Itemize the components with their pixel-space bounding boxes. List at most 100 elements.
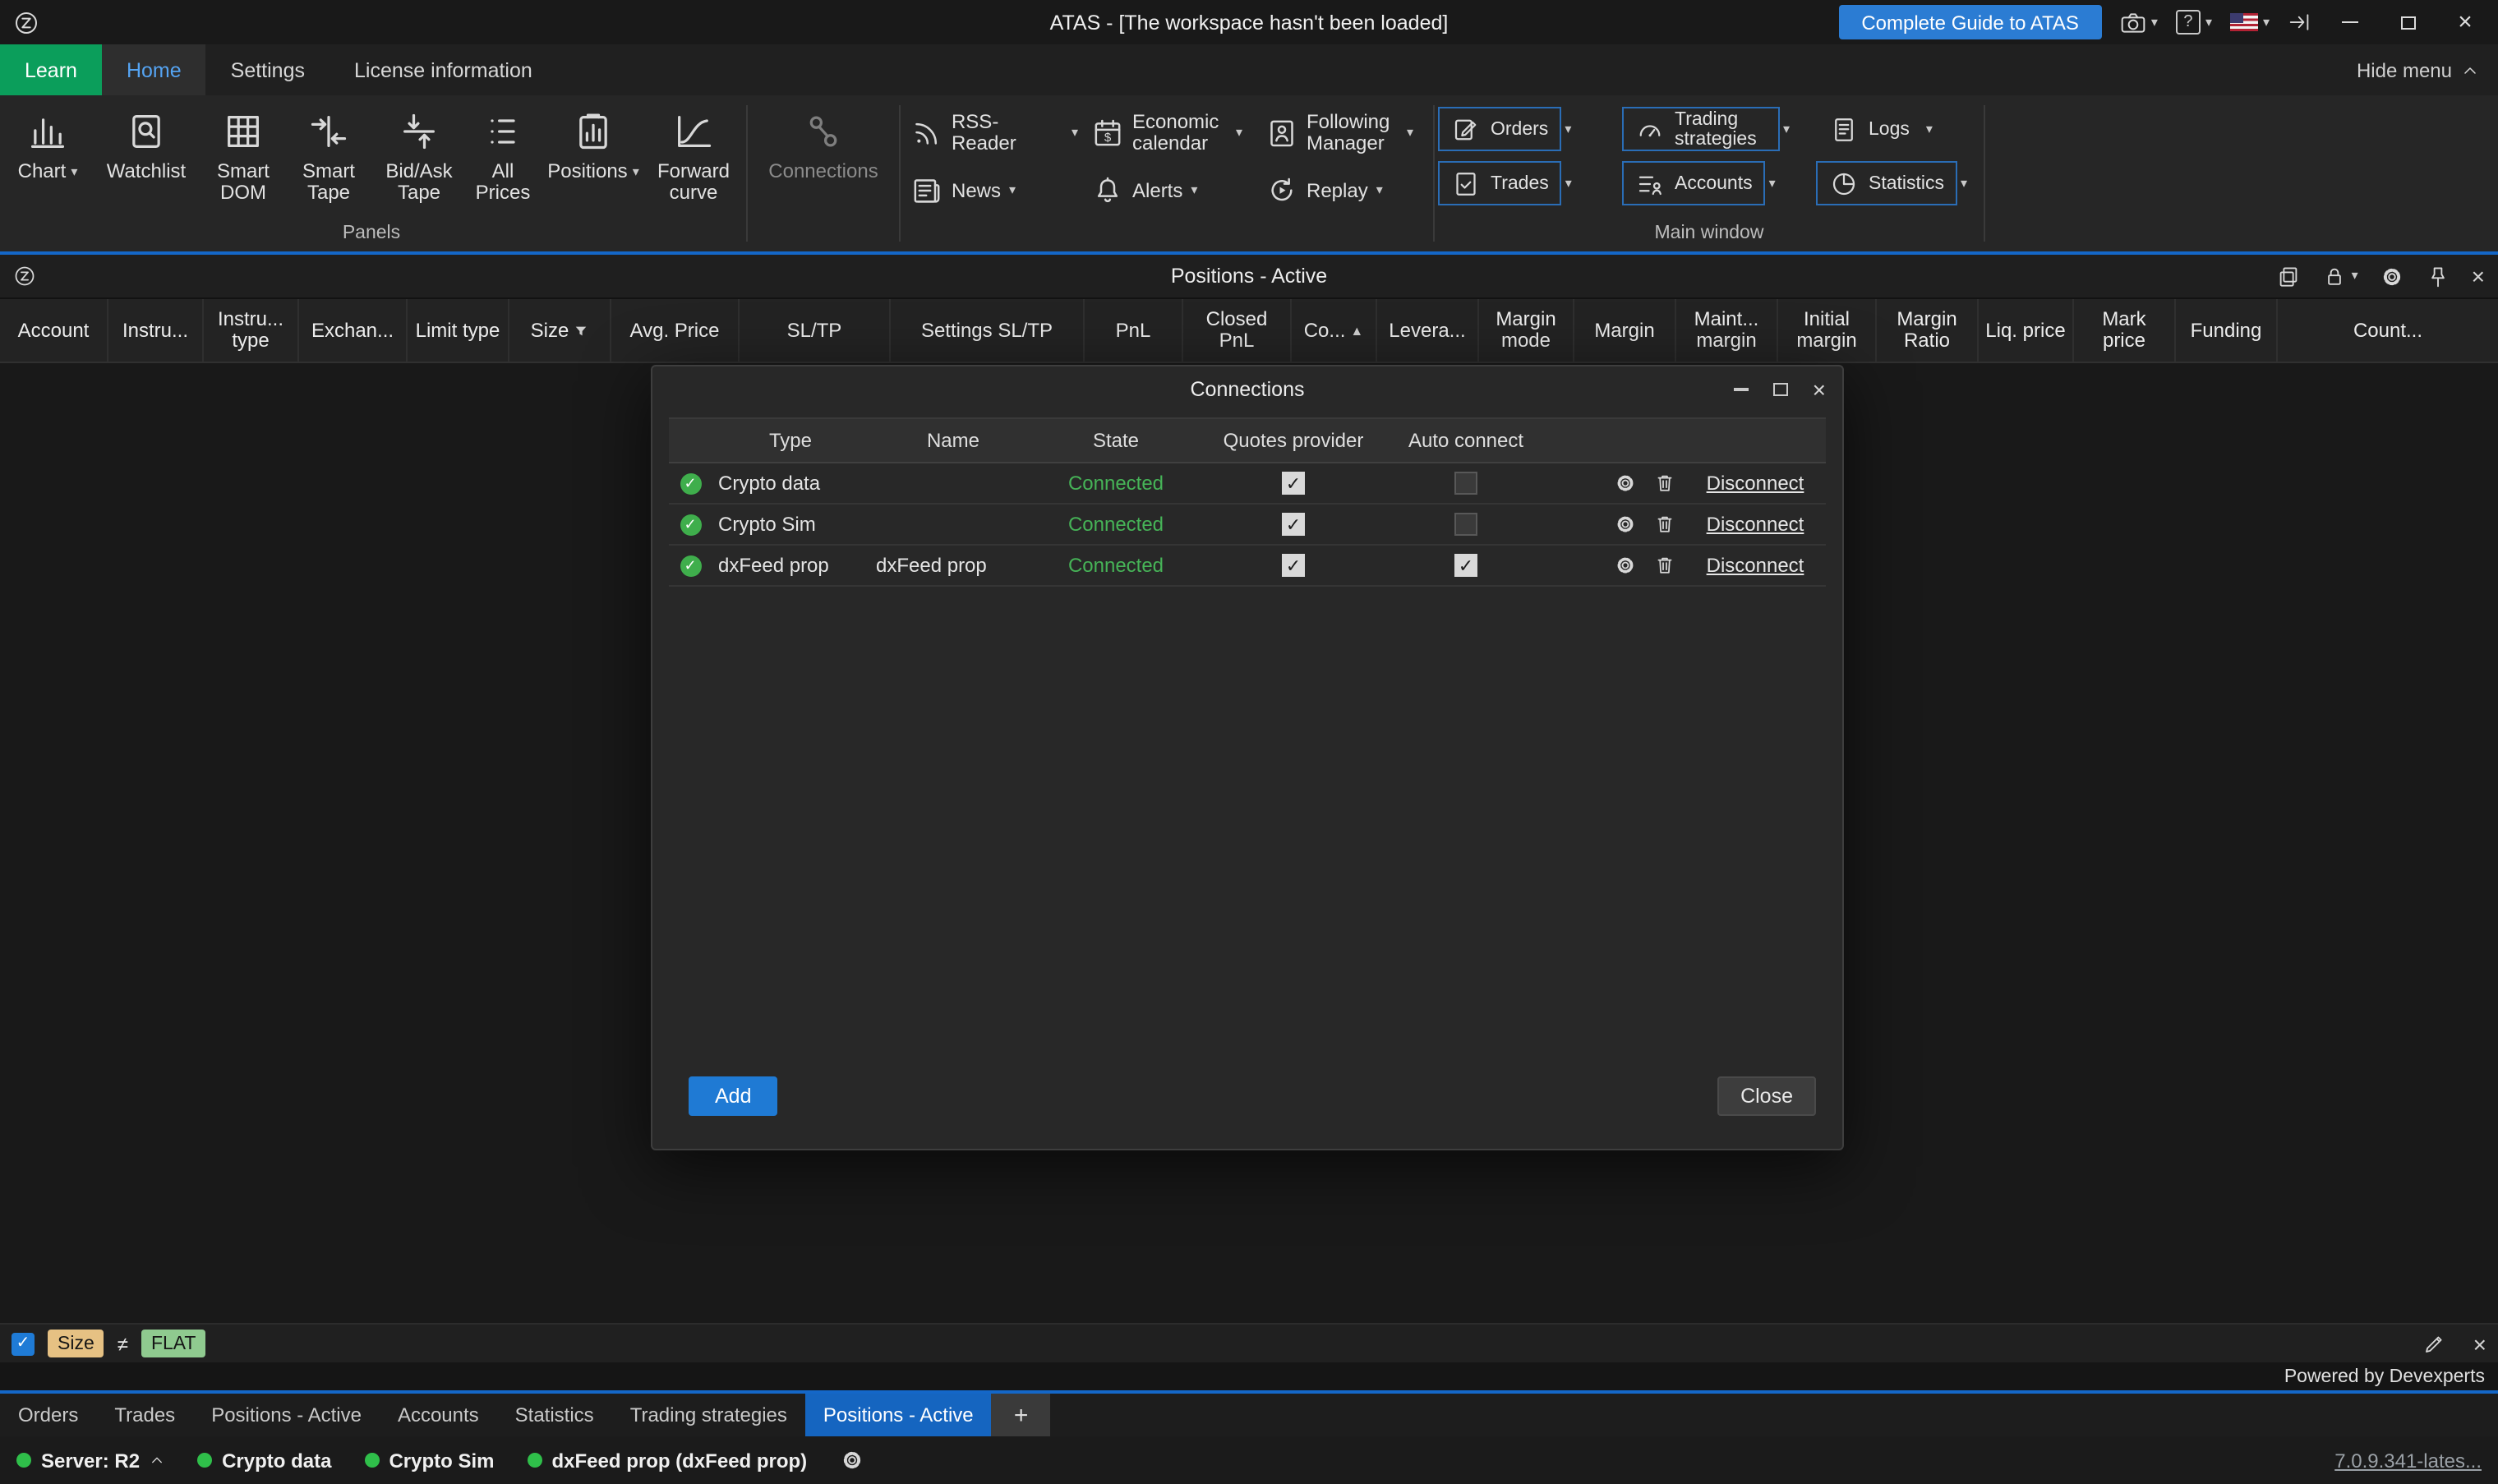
ribbon-following-manager-button[interactable]: Following Manager ▾ <box>1259 112 1430 154</box>
ribbon-trades-button[interactable]: Trades <box>1438 161 1562 205</box>
clear-filter-icon[interactable]: × <box>2473 1332 2486 1355</box>
column-header-size[interactable]: Size <box>509 299 611 362</box>
chevron-down-icon[interactable]: ▾ <box>1926 122 1933 136</box>
tab-trades[interactable]: Trades <box>96 1394 193 1436</box>
connection-settings-gear-icon[interactable] <box>1614 513 1637 536</box>
help-button[interactable]: ? ▾ <box>2176 10 2212 35</box>
tab-orders[interactable]: Orders <box>0 1394 96 1436</box>
add-tab-button[interactable]: + <box>992 1394 1051 1436</box>
ribbon-chart-button[interactable]: Chart▾ <box>3 104 92 186</box>
column-header-exchange[interactable]: Exchan... <box>299 299 408 362</box>
tab-accounts[interactable]: Accounts <box>380 1394 497 1436</box>
ribbon-replay-button[interactable]: Replay ▾ <box>1259 174 1430 207</box>
column-header-limit-type[interactable]: Limit type <box>408 299 509 362</box>
column-header-instrument-type[interactable]: Instru... type <box>204 299 299 362</box>
filter-field-chip[interactable]: Size <box>48 1330 104 1357</box>
chevron-down-icon[interactable]: ▾ <box>1236 127 1242 140</box>
lock-button[interactable]: ▾ <box>2322 264 2358 288</box>
version-link[interactable]: 7.0.9.341-lates... <box>2334 1449 2482 1472</box>
edit-filter-pencil-icon[interactable] <box>2422 1331 2447 1356</box>
column-header-account[interactable]: Account <box>0 299 108 362</box>
server-selector[interactable]: Server: R2 <box>16 1449 164 1472</box>
dialog-maximize-icon[interactable] <box>1773 382 1788 395</box>
chevron-down-icon[interactable]: ▾ <box>1769 177 1776 190</box>
chevron-down-icon[interactable]: ▾ <box>1376 184 1383 197</box>
connection-settings-gear-icon[interactable] <box>1614 472 1637 495</box>
column-header-funding[interactable]: Funding <box>2176 299 2278 362</box>
ribbon-forward-curve-button[interactable]: Forward curve <box>648 104 740 207</box>
auto-connect-checkbox[interactable] <box>1454 554 1477 577</box>
filter-enabled-checkbox[interactable] <box>12 1332 35 1355</box>
column-header-co-sorted[interactable]: Co...▲ <box>1292 299 1377 362</box>
disconnect-link[interactable]: Disconnect <box>1707 554 1804 577</box>
ribbon-bid-ask-tape-button[interactable]: Bid/Ask Tape <box>371 104 467 207</box>
tab-positions-active-2[interactable]: Positions - Active <box>805 1394 992 1436</box>
screenshot-camera-button[interactable]: ▾ <box>2120 11 2158 34</box>
ribbon-statistics-button[interactable]: Statistics <box>1816 161 1957 205</box>
chevron-down-icon[interactable]: ▾ <box>71 165 77 178</box>
settings-gear-icon[interactable] <box>2380 264 2404 288</box>
quotes-provider-checkbox[interactable] <box>1282 472 1305 495</box>
ribbon-smart-dom-button[interactable]: Smart DOM <box>200 104 286 207</box>
ribbon-orders-button[interactable]: Orders <box>1438 107 1561 151</box>
menu-tab-home[interactable]: Home <box>102 44 206 95</box>
ribbon-watchlist-button[interactable]: Watchlist <box>92 104 200 186</box>
chevron-down-icon[interactable]: ▾ <box>2205 16 2212 29</box>
ribbon-trading-strategies-button[interactable]: Trading strategies <box>1622 107 1780 151</box>
ribbon-all-prices-button[interactable]: All Prices <box>467 104 539 207</box>
column-header-leverage[interactable]: Levera... <box>1377 299 1479 362</box>
menu-tab-settings[interactable]: Settings <box>206 44 330 95</box>
tab-statistics[interactable]: Statistics <box>497 1394 612 1436</box>
complete-guide-button[interactable]: Complete Guide to ATAS <box>1838 5 2102 39</box>
chevron-down-icon[interactable]: ▾ <box>1565 122 1571 136</box>
chevron-down-icon[interactable]: ▾ <box>1009 184 1016 197</box>
close-window-icon[interactable]: × <box>2472 265 2485 288</box>
menu-tab-learn[interactable]: Learn <box>0 44 102 95</box>
ribbon-rss-reader-button[interactable]: RSS-Reader ▾ <box>904 112 1085 154</box>
chevron-down-icon[interactable]: ▾ <box>1565 177 1572 190</box>
ribbon-economic-calendar-button[interactable]: $ Economic calendar ▾ <box>1085 112 1259 154</box>
auto-connect-checkbox[interactable] <box>1454 513 1477 536</box>
column-header-margin-mode[interactable]: Margin mode <box>1479 299 1574 362</box>
chevron-down-icon[interactable]: ▾ <box>2352 270 2358 283</box>
language-selector[interactable]: ▾ <box>2230 13 2270 31</box>
delete-connection-trash-icon[interactable] <box>1653 554 1676 577</box>
disconnect-link[interactable]: Disconnect <box>1707 472 1804 495</box>
column-header-margin[interactable]: Margin <box>1574 299 1676 362</box>
close-dialog-button[interactable]: Close <box>1717 1076 1816 1116</box>
filter-operator[interactable]: ≠ <box>118 1332 128 1355</box>
column-header-initial-margin[interactable]: Initial margin <box>1778 299 1877 362</box>
column-header-margin-ratio[interactable]: Margin Ratio <box>1877 299 1979 362</box>
quotes-provider-checkbox[interactable] <box>1282 554 1305 577</box>
tab-trading-strategies[interactable]: Trading strategies <box>612 1394 805 1436</box>
tab-positions-active-1[interactable]: Positions - Active <box>193 1394 380 1436</box>
chevron-down-icon[interactable]: ▾ <box>1961 177 1967 190</box>
quotes-provider-checkbox[interactable] <box>1282 513 1305 536</box>
delete-connection-trash-icon[interactable] <box>1653 472 1676 495</box>
minimize-button[interactable] <box>2330 6 2370 39</box>
column-header-pnl[interactable]: PnL <box>1085 299 1183 362</box>
delete-connection-trash-icon[interactable] <box>1653 513 1676 536</box>
add-connection-button[interactable]: Add <box>689 1076 778 1116</box>
column-header-count[interactable]: Count... <box>2278 299 2498 362</box>
column-header-liq-price[interactable]: Liq. price <box>1979 299 2074 362</box>
connection-settings-gear-icon[interactable] <box>1614 554 1637 577</box>
chevron-down-icon[interactable]: ▾ <box>1407 127 1413 140</box>
chevron-down-icon[interactable]: ▾ <box>1191 184 1197 197</box>
chevron-down-icon[interactable]: ▾ <box>2263 16 2270 29</box>
ribbon-news-button[interactable]: News ▾ <box>904 174 1085 207</box>
column-header-closed-pnl[interactable]: Closed PnL <box>1183 299 1292 362</box>
chevron-down-icon[interactable]: ▾ <box>1072 127 1078 140</box>
dialog-close-icon[interactable]: × <box>1813 377 1826 400</box>
column-header-avg-price[interactable]: Avg. Price <box>611 299 740 362</box>
ribbon-positions-button[interactable]: Positions▾ <box>539 104 648 186</box>
column-header-settings-sltp[interactable]: Settings SL/TP <box>891 299 1085 362</box>
ribbon-smart-tape-button[interactable]: Smart Tape <box>286 104 371 207</box>
dock-to-tray-button[interactable] <box>2288 12 2312 33</box>
menu-tab-license[interactable]: License information <box>330 44 557 95</box>
dialog-minimize-icon[interactable] <box>1734 387 1749 390</box>
duplicate-window-icon[interactable] <box>2276 264 2301 288</box>
column-header-sltp[interactable]: SL/TP <box>740 299 891 362</box>
ribbon-connections-button[interactable]: Connections <box>754 104 892 186</box>
filter-value-chip[interactable]: FLAT <box>141 1330 206 1357</box>
